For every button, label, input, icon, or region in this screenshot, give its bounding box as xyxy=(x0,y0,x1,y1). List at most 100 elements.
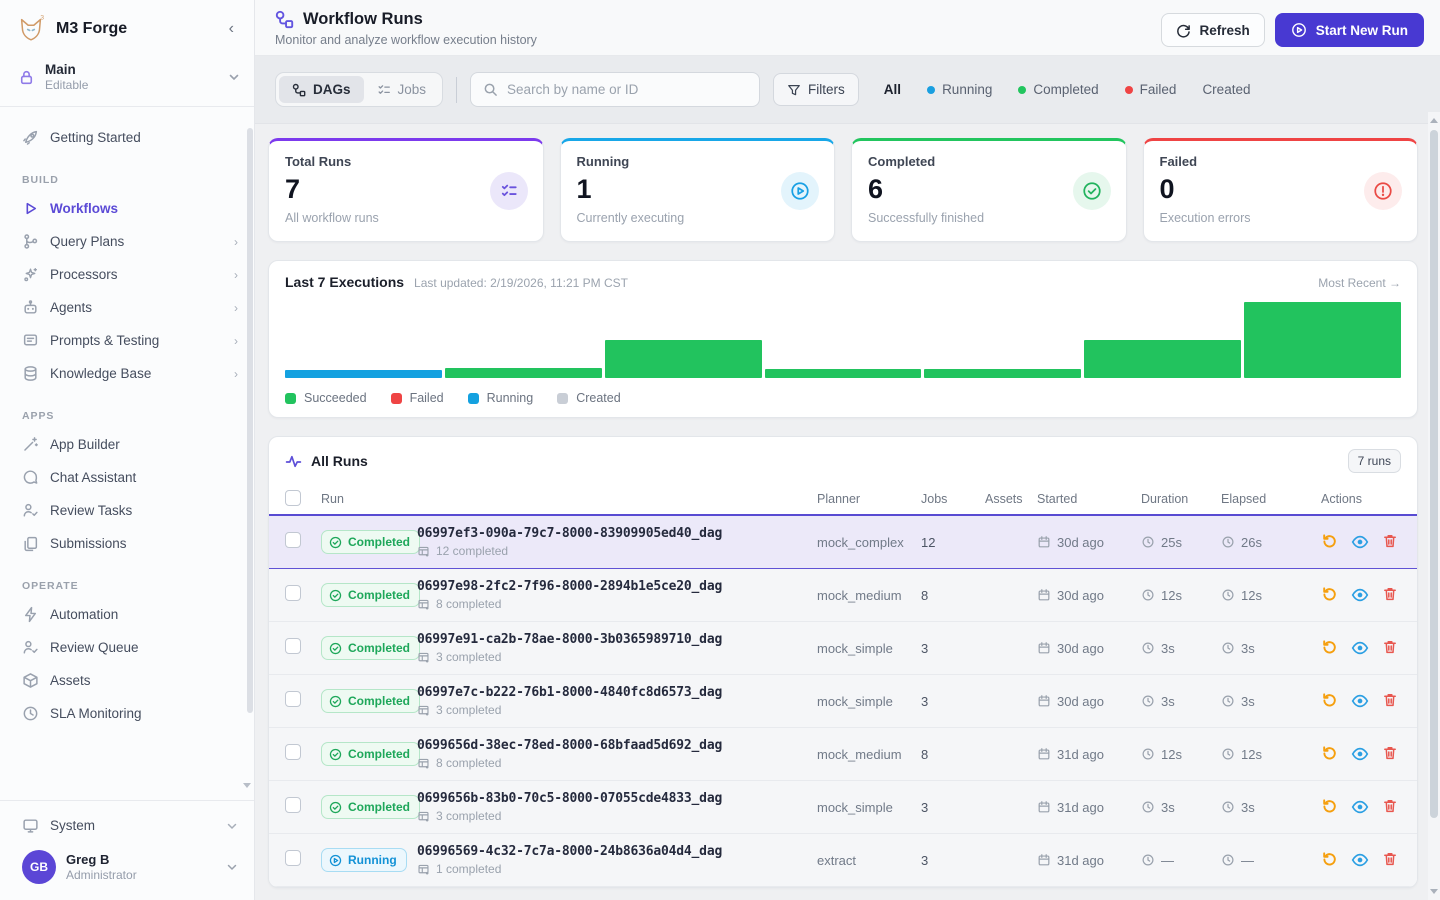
view-button[interactable] xyxy=(1351,533,1369,551)
row-checkbox[interactable] xyxy=(285,797,301,813)
run-id-link[interactable]: 0699656b-83b0-70c5-8000-07055cde4833_dag xyxy=(417,791,817,806)
filters-button[interactable]: Filters xyxy=(773,73,859,106)
tab-dags[interactable]: DAGs xyxy=(279,76,364,103)
delete-button[interactable] xyxy=(1382,692,1398,710)
chart-legend: Succeeded Failed Running Created xyxy=(285,391,1401,405)
sidebar-scroll-down-arrow[interactable] xyxy=(243,783,251,788)
run-id-link[interactable]: 06997e7c-b222-76b1-8000-4840fc8d6573_dag xyxy=(417,685,817,700)
sidebar-item-query-plans[interactable]: Query Plans › xyxy=(16,225,244,258)
execution-bar-succeeded[interactable] xyxy=(445,368,602,378)
check-circle-icon xyxy=(329,748,342,761)
view-button[interactable] xyxy=(1351,692,1369,710)
delete-button[interactable] xyxy=(1382,745,1398,763)
delete-button[interactable] xyxy=(1382,639,1398,657)
sidebar-item-app-builder[interactable]: App Builder xyxy=(16,428,244,461)
execution-bar-succeeded[interactable] xyxy=(1244,302,1401,378)
retry-button[interactable] xyxy=(1321,745,1338,763)
retry-button[interactable] xyxy=(1321,533,1338,551)
delete-button[interactable] xyxy=(1382,533,1398,551)
run-id-link[interactable]: 06997ef3-090a-79c7-8000-83909905ed40_dag xyxy=(417,526,817,541)
filter-failed[interactable]: Failed xyxy=(1125,82,1177,97)
search-input[interactable] xyxy=(507,82,747,97)
execution-bar-succeeded[interactable] xyxy=(1084,340,1241,378)
run-id-link[interactable]: 06997e98-2fc2-7f96-8000-2894b1e5ce20_dag xyxy=(417,579,817,594)
execution-bar-running[interactable] xyxy=(285,370,442,378)
retry-button[interactable] xyxy=(1321,639,1338,657)
stat-caption: Currently executing xyxy=(577,211,819,225)
view-button[interactable] xyxy=(1351,798,1369,816)
retry-button[interactable] xyxy=(1321,586,1338,604)
table-row[interactable]: Completed 0699656b-83b0-70c5-8000-07055c… xyxy=(269,781,1417,834)
row-checkbox[interactable] xyxy=(285,850,301,866)
sidebar-item-automation[interactable]: Automation xyxy=(16,598,244,631)
execution-bar-succeeded[interactable] xyxy=(605,340,762,378)
row-checkbox[interactable] xyxy=(285,691,301,707)
view-button[interactable] xyxy=(1351,586,1369,604)
run-substatus: 3 completed xyxy=(417,809,817,823)
trash-icon xyxy=(1382,851,1398,867)
funnel-icon xyxy=(787,83,801,97)
workspace-selector[interactable]: Main Editable xyxy=(0,56,254,107)
sidebar-item-processors[interactable]: Processors › xyxy=(16,258,244,291)
row-checkbox[interactable] xyxy=(285,532,301,548)
delete-button[interactable] xyxy=(1382,851,1398,869)
sidebar-scrollbar[interactable] xyxy=(247,128,253,783)
sidebar-item-prompts-testing[interactable]: Prompts & Testing › xyxy=(16,324,244,357)
select-all-checkbox[interactable] xyxy=(285,490,301,506)
delete-button[interactable] xyxy=(1382,798,1398,816)
person-check-icon xyxy=(22,502,39,519)
table-row[interactable]: Completed 06997ef3-090a-79c7-8000-839099… xyxy=(269,516,1417,569)
sidebar-item-getting-started[interactable]: Getting Started xyxy=(16,121,244,154)
retry-button[interactable] xyxy=(1321,692,1338,710)
row-checkbox[interactable] xyxy=(285,585,301,601)
delete-button[interactable] xyxy=(1382,586,1398,604)
start-new-run-button[interactable]: Start New Run xyxy=(1275,13,1424,47)
sidebar-item-agents[interactable]: Agents › xyxy=(16,291,244,324)
view-button[interactable] xyxy=(1351,745,1369,763)
retry-button[interactable] xyxy=(1321,798,1338,816)
table-row[interactable]: Completed 06997e91-ca2b-78ae-8000-3b0365… xyxy=(269,622,1417,675)
table-row[interactable]: Completed 06997e98-2fc2-7f96-8000-2894b1… xyxy=(269,569,1417,622)
sidebar-item-assets[interactable]: Assets xyxy=(16,664,244,697)
run-id-link[interactable]: 0699656d-38ec-78ed-8000-68bfaad5d692_dag xyxy=(417,738,817,753)
filter-created[interactable]: Created xyxy=(1202,82,1250,97)
retry-button[interactable] xyxy=(1321,851,1338,869)
sidebar-item-sla-monitoring[interactable]: SLA Monitoring xyxy=(16,697,244,730)
sidebar-item-knowledge-base[interactable]: Knowledge Base › xyxy=(16,357,244,390)
filter-completed[interactable]: Completed xyxy=(1018,82,1098,97)
view-button[interactable] xyxy=(1351,851,1369,869)
sidebar-item-review-tasks[interactable]: Review Tasks xyxy=(16,494,244,527)
table-row[interactable]: Completed 06997e7c-b222-76b1-8000-4840fc… xyxy=(269,675,1417,728)
view-button[interactable] xyxy=(1351,639,1369,657)
user-menu[interactable]: GB Greg B Administrator xyxy=(16,842,244,890)
sidebar-item-submissions[interactable]: Submissions xyxy=(16,527,244,560)
sidebar-item-system[interactable]: System xyxy=(16,809,244,842)
retry-icon xyxy=(1321,798,1338,815)
row-checkbox[interactable] xyxy=(285,638,301,654)
row-checkbox[interactable] xyxy=(285,744,301,760)
main-scrollbar-thumb[interactable] xyxy=(1430,130,1438,818)
scroll-up-arrow[interactable] xyxy=(1430,118,1438,123)
check-circle-icon xyxy=(329,536,342,549)
filter-running[interactable]: Running xyxy=(927,82,992,97)
svg-text:3: 3 xyxy=(40,15,44,22)
sidebar-scrollbar-thumb[interactable] xyxy=(247,128,253,713)
sidebar-collapse-button[interactable]: ‹ xyxy=(223,18,240,40)
column-elapsed: Elapsed xyxy=(1221,492,1307,506)
table-row[interactable]: Running 06996569-4c32-7c7a-8000-24b8636a… xyxy=(269,834,1417,887)
sidebar-item-workflows[interactable]: Workflows xyxy=(16,192,244,225)
elapsed-cell: 12s xyxy=(1221,588,1307,603)
tab-jobs[interactable]: Jobs xyxy=(364,76,440,103)
execution-bar-succeeded[interactable] xyxy=(924,369,1081,378)
scroll-down-arrow[interactable] xyxy=(1430,889,1438,894)
refresh-button[interactable]: Refresh xyxy=(1161,13,1264,47)
calendar-icon xyxy=(1037,694,1051,708)
sidebar-item-review-queue[interactable]: Review Queue xyxy=(16,631,244,664)
main-scrollbar[interactable] xyxy=(1428,112,1440,900)
run-id-link[interactable]: 06997e91-ca2b-78ae-8000-3b0365989710_dag xyxy=(417,632,817,647)
run-id-link[interactable]: 06996569-4c32-7c7a-8000-24b8636a04d4_dag xyxy=(417,844,817,859)
filter-all[interactable]: All xyxy=(884,82,901,97)
table-row[interactable]: Completed 0699656d-38ec-78ed-8000-68bfaa… xyxy=(269,728,1417,781)
sidebar-item-chat-assistant[interactable]: Chat Assistant xyxy=(16,461,244,494)
execution-bar-succeeded[interactable] xyxy=(765,369,922,378)
